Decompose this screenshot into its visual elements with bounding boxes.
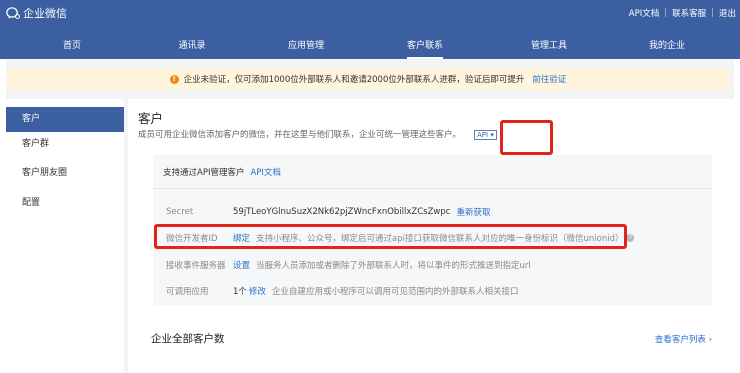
- view-customer-list-link[interactable]: 查看客户列表 ›: [655, 333, 712, 345]
- help-icon[interactable]: ?: [626, 234, 635, 242]
- page-title: 客户: [138, 111, 164, 126]
- verify-link[interactable]: 前往验证: [532, 73, 566, 85]
- event-server-tip: 当服务人员添加或者删除了外部联系人时，将以事件的形式推送到指定url: [256, 261, 531, 271]
- divider: |: [664, 8, 668, 18]
- panel-divider: [153, 188, 712, 189]
- description-text: 成员可用企业微信添加客户的微信，并在这里与他们联系，企业可统一管理这些客户。: [138, 130, 462, 140]
- callable-apps-count: 1个: [233, 287, 247, 297]
- brand-logo[interactable]: 企业微信: [6, 5, 67, 21]
- highlight-box-developer-id: [154, 224, 627, 249]
- sidebar: 客户 客户群 客户朋友圈 配置: [6, 99, 124, 373]
- callable-apps-row: 可调用应用 1个 修改 企业自建应用或小程序可以调用可见范围内的外部联系人相关接…: [166, 284, 518, 298]
- wecom-logo-icon: [6, 7, 20, 19]
- sidebar-item-customer-groups[interactable]: 客户群: [6, 132, 124, 157]
- api-dropdown-tag[interactable]: API ▾: [474, 129, 497, 140]
- secret-row: Secret 59jTLeoYGlnuSuzX2Nk62pjZWncFxnObi…: [166, 205, 490, 219]
- main-nav: 首页 通讯录 应用管理 客户联系 管理工具 我的企业: [0, 36, 740, 59]
- sidebar-item-moments[interactable]: 客户朋友圈: [6, 161, 124, 186]
- nav-app-management[interactable]: 应用管理: [288, 36, 324, 59]
- notice-text: 企业未验证，仅可添加1000位外部联系人和邀请2000位外部联系人进群，验证后即…: [183, 75, 525, 85]
- logout-link[interactable]: 退出: [719, 7, 736, 19]
- regenerate-secret-link[interactable]: 重新获取: [456, 206, 490, 218]
- api-docs-link[interactable]: API文档: [629, 7, 659, 19]
- sidebar-item-customers[interactable]: 客户: [6, 107, 124, 132]
- nav-home[interactable]: 首页: [63, 36, 81, 59]
- page-description: 成员可用企业微信添加客户的微信，并在这里与他们联系，企业可统一管理这些客户。 AP…: [138, 128, 497, 140]
- secret-label: Secret: [166, 207, 194, 217]
- contact-support-link[interactable]: 联系客服: [672, 7, 706, 19]
- all-customers-title: 企业全部客户数: [151, 333, 225, 345]
- verification-notice: ! 企业未验证，仅可添加1000位外部联系人和邀请2000位外部联系人进群，验证…: [6, 68, 730, 90]
- nav-my-enterprise[interactable]: 我的企业: [649, 36, 685, 59]
- top-links: API文档 | 联系客服 | 退出: [629, 7, 736, 19]
- modify-apps-link[interactable]: 修改: [249, 285, 266, 297]
- set-event-server-link[interactable]: 设置: [233, 259, 250, 271]
- nav-customer-contact[interactable]: 客户联系: [406, 36, 444, 59]
- event-server-row: 接收事件服务器 设置 当服务人员添加或者删除了外部联系人时，将以事件的形式推送到…: [166, 258, 531, 272]
- warning-icon: !: [169, 74, 179, 84]
- secret-value: 59jTLeoYGlnuSuzX2Nk62pjZWncFxnObillxZCsZ…: [233, 207, 451, 217]
- sidebar-item-settings[interactable]: 配置: [6, 191, 124, 216]
- callable-apps-label: 可调用应用: [166, 287, 209, 297]
- api-docs-panel-link[interactable]: API文档: [250, 168, 280, 178]
- nav-management-tools[interactable]: 管理工具: [531, 36, 567, 59]
- highlight-box-api: [500, 120, 553, 155]
- top-bar: 企业微信 API文档 | 联系客服 | 退出 首页 通讯录 应用管理 客户联系 …: [0, 0, 740, 59]
- callable-apps-tip: 企业自建应用或小程序可以调用可见范围内的外部联系人相关接口: [271, 287, 519, 297]
- divider: |: [711, 8, 714, 18]
- panel-heading-text: 支持通过API管理客户: [163, 168, 245, 178]
- brand-name: 企业微信: [23, 7, 67, 20]
- event-server-label: 接收事件服务器: [166, 261, 226, 271]
- main-panel: 客户 成员可用企业微信添加客户的微信，并在这里与他们联系，企业可统一管理这些客户…: [128, 99, 734, 373]
- nav-contacts[interactable]: 通讯录: [178, 36, 205, 59]
- panel-heading: 支持通过API管理客户 API文档: [163, 166, 281, 178]
